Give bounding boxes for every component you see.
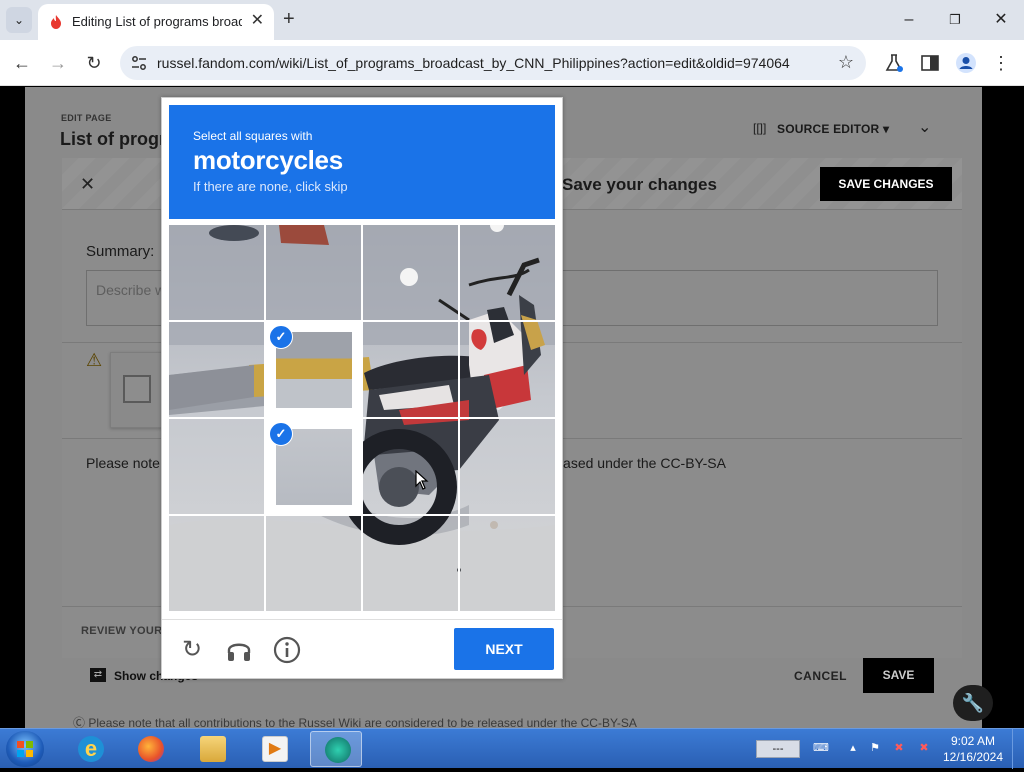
footer-license-note: Ⓒ Please note that all contributions to … <box>73 716 637 728</box>
grid-tile-8[interactable] <box>460 322 555 418</box>
folder-icon <box>200 736 226 762</box>
keyboard-icon[interactable]: ⌨ <box>812 741 830 755</box>
source-editor-label: SOURCE EDITOR <box>777 122 880 136</box>
tab-close-icon[interactable]: ✕ <box>251 13 264 29</box>
media-player-icon: ▶ <box>262 736 288 762</box>
minimize-button[interactable]: – <box>897 8 921 32</box>
wrench-icon[interactable]: 🔧 <box>953 685 993 721</box>
reload-button[interactable]: ↻ <box>82 51 106 75</box>
chevron-down-icon[interactable]: ⌄ <box>918 117 931 137</box>
save-button[interactable]: SAVE <box>863 658 934 693</box>
browser-tab[interactable]: Editing List of programs broadcast by CN… <box>38 4 274 40</box>
side-panel-icon[interactable] <box>919 52 941 74</box>
grid-tile-7[interactable] <box>363 322 459 418</box>
taskbar-firefox[interactable] <box>124 731 176 767</box>
show-hidden-icons-chevron-icon[interactable]: ▴ <box>846 741 860 755</box>
close-window-button[interactable]: ✕ <box>989 8 1013 32</box>
grid-tile-15[interactable] <box>363 516 459 611</box>
audio-challenge-icon[interactable] <box>224 635 254 665</box>
cancel-button[interactable]: CANCEL <box>794 669 847 683</box>
browser-toolbar: ← → ↻ russel.fandom.com/wiki/List_of_pro… <box>0 40 1024 86</box>
show-changes-icon: ⇄ <box>90 668 106 682</box>
language-indicator[interactable]: --- <box>756 740 800 758</box>
show-desktop-button[interactable] <box>1012 729 1024 769</box>
reload-challenge-icon[interactable]: ↻ <box>177 635 207 665</box>
url-text[interactable]: russel.fandom.com/wiki/List_of_programs_… <box>157 55 790 71</box>
taskbar-active-app[interactable] <box>310 731 362 767</box>
checkmark-icon: ✓ <box>269 422 293 446</box>
new-tab-button[interactable]: + <box>283 9 295 29</box>
warning-icon: ⚠ <box>86 350 103 370</box>
challenge-instruction: Select all squares with <box>193 129 313 143</box>
info-icon[interactable] <box>272 635 302 665</box>
volume-muted-icon[interactable]: ✖ <box>892 741 906 755</box>
summary-label: Summary: <box>86 243 155 260</box>
tab-title: Editing List of programs broadcast by CN… <box>72 14 242 29</box>
grid-tile-1[interactable] <box>169 225 265 321</box>
grid-tile-9[interactable] <box>169 419 265 515</box>
dialog-title: Save your changes <box>562 175 717 194</box>
close-icon[interactable]: ✕ <box>80 174 95 195</box>
profile-avatar-icon[interactable] <box>955 52 977 74</box>
grid-tile-16[interactable] <box>460 516 555 611</box>
grid-tile-5[interactable] <box>169 322 265 418</box>
back-button[interactable]: ← <box>10 51 34 75</box>
taskbar-media-player[interactable]: ▶ <box>248 731 300 767</box>
fandom-favicon-icon <box>51 15 61 29</box>
grid-tile-14[interactable] <box>266 516 362 611</box>
next-button[interactable]: NEXT <box>454 628 554 670</box>
footer-license-text: Please note that all contributions to th… <box>88 716 637 728</box>
firefox-icon <box>138 736 164 762</box>
active-app-icon <box>325 737 351 763</box>
save-changes-button[interactable]: SAVE CHANGES <box>820 167 952 201</box>
image-grid: ✓ ✓ <box>169 225 555 611</box>
browser-tab-strip: ⌄ Editing List of programs broadcast by … <box>0 0 1024 40</box>
taskbar-file-explorer[interactable] <box>186 731 238 767</box>
recaptcha-challenge: Select all squares with motorcycles If t… <box>161 97 563 679</box>
grid-tile-13[interactable] <box>169 516 265 611</box>
checkmark-icon: ✓ <box>269 325 293 349</box>
clock-date[interactable]: 12/16/2024 <box>942 750 1004 764</box>
grid-tile-3[interactable] <box>363 225 459 321</box>
browser-menu-icon[interactable]: ⋮ <box>990 52 1012 74</box>
clock-time[interactable]: 9:02 AM <box>942 734 1004 748</box>
challenge-target: motorcycles <box>193 145 343 175</box>
internet-explorer-icon: e <box>78 736 104 762</box>
source-editor-toggle[interactable]: SOURCE EDITOR ▾ <box>755 122 889 136</box>
network-disconnected-icon[interactable]: ✖ <box>917 741 931 755</box>
grid-tile-11[interactable] <box>363 419 459 515</box>
grid-tile-2[interactable] <box>266 225 362 321</box>
mouse-cursor-icon <box>415 470 429 490</box>
challenge-skip-hint: If there are none, click skip <box>193 179 348 194</box>
address-bar[interactable]: russel.fandom.com/wiki/List_of_programs_… <box>120 46 866 80</box>
forward-button[interactable]: → <box>46 51 70 75</box>
network-flags-icon[interactable]: ⚑ <box>868 741 882 755</box>
site-info-icon[interactable] <box>130 54 148 72</box>
grid-tile-12[interactable] <box>460 419 555 515</box>
challenge-header: Select all squares with motorcycles If t… <box>169 105 555 219</box>
maximize-button[interactable]: ❐ <box>943 8 967 32</box>
grid-tile-4[interactable] <box>460 225 555 321</box>
divider <box>162 619 562 620</box>
windows-logo-icon <box>17 741 33 757</box>
tab-search-button[interactable]: ⌄ <box>6 7 32 33</box>
start-button[interactable] <box>6 731 44 767</box>
recaptcha-checkbox[interactable] <box>123 375 151 403</box>
labs-flask-icon[interactable] <box>883 52 905 74</box>
taskbar-internet-explorer[interactable]: e <box>64 731 116 767</box>
bookmark-star-icon[interactable]: ☆ <box>838 52 854 73</box>
taskbar: e ▶ --- ⌨ ▴ ⚑ ✖ ✖ 9:02 AM 12/16/2024 <box>0 728 1024 769</box>
edit-page-label: EDIT PAGE <box>61 113 112 123</box>
